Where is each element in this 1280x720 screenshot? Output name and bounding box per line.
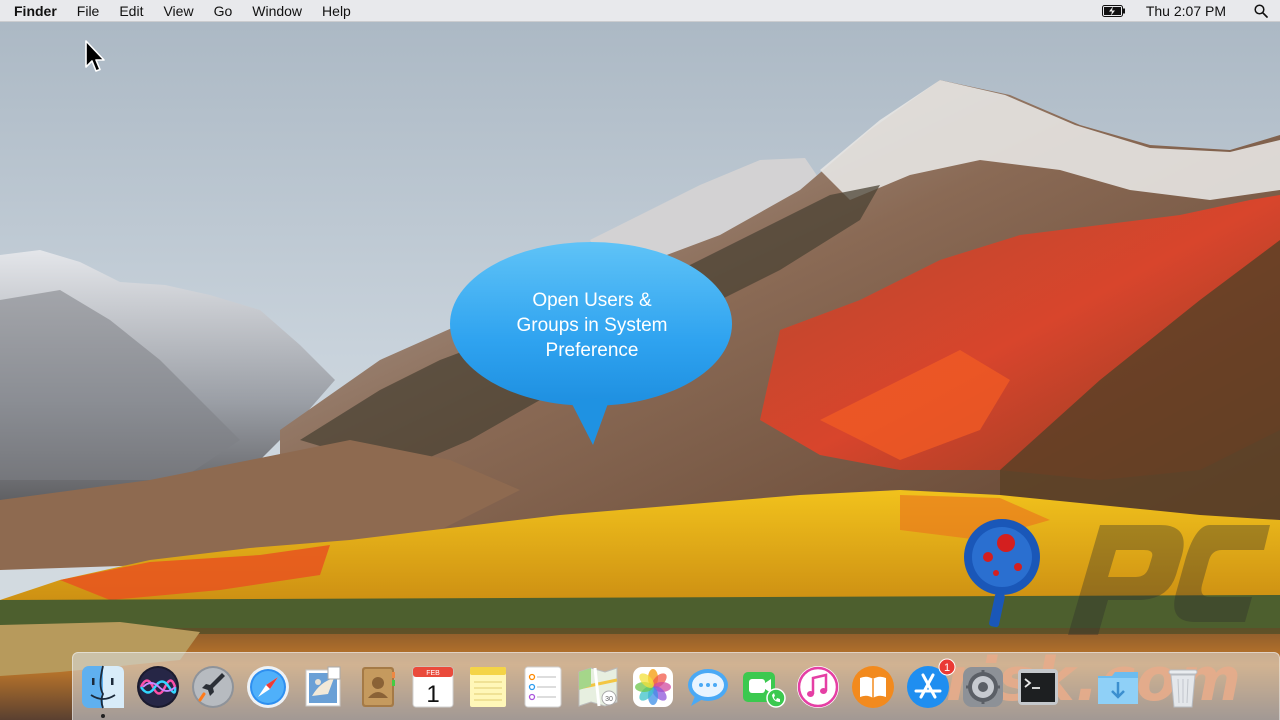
launchpad-icon[interactable]: [190, 664, 236, 710]
ibooks-icon[interactable]: [850, 664, 896, 710]
menu-bar-status: Thu 2:07 PM: [1092, 0, 1280, 22]
trash-icon[interactable]: [1160, 664, 1206, 710]
messages-icon[interactable]: [685, 664, 731, 710]
svg-text:1: 1: [944, 662, 950, 674]
contacts-icon[interactable]: [355, 664, 401, 710]
menu-help[interactable]: Help: [312, 0, 361, 22]
maps-icon[interactable]: 30: [575, 664, 621, 710]
safari-icon[interactable]: [245, 664, 291, 710]
calendar-icon[interactable]: FEB 1: [410, 664, 456, 710]
itunes-icon[interactable]: [795, 664, 841, 710]
spotlight-search-icon[interactable]: [1244, 3, 1280, 18]
menu-window[interactable]: Window: [242, 0, 312, 22]
photos-icon[interactable]: [630, 664, 676, 710]
finder-running-indicator: [101, 714, 105, 718]
menu-bar: Finder File Edit View Go Window Help Thu…: [0, 0, 1280, 22]
system-preferences-icon[interactable]: [960, 664, 1006, 710]
menu-file[interactable]: File: [67, 0, 110, 22]
reminders-icon[interactable]: [520, 664, 566, 710]
menu-view[interactable]: View: [153, 0, 203, 22]
downloads-folder-icon[interactable]: [1095, 664, 1141, 710]
siri-icon[interactable]: [135, 664, 181, 710]
facetime-icon[interactable]: [740, 664, 786, 710]
menu-go[interactable]: Go: [204, 0, 243, 22]
menu-edit[interactable]: Edit: [109, 0, 153, 22]
mail-icon[interactable]: [300, 664, 346, 710]
calendar-day: 1: [426, 681, 439, 708]
battery-charging-icon[interactable]: [1092, 4, 1136, 17]
menu-finder[interactable]: Finder: [0, 0, 67, 22]
svg-text:30: 30: [605, 696, 613, 703]
finder-icon[interactable]: [80, 664, 126, 710]
terminal-icon[interactable]: [1015, 664, 1061, 710]
menu-bar-left: Finder File Edit View Go Window Help: [0, 0, 361, 22]
calendar-month: FEB: [426, 670, 440, 677]
menu-bar-clock[interactable]: Thu 2:07 PM: [1136, 0, 1244, 22]
notes-icon[interactable]: [465, 664, 511, 710]
callout-text: Open Users & Groups in System Preference: [516, 290, 668, 361]
app-store-badge: 1: [938, 658, 956, 676]
mouse-pointer-icon: [85, 40, 105, 72]
